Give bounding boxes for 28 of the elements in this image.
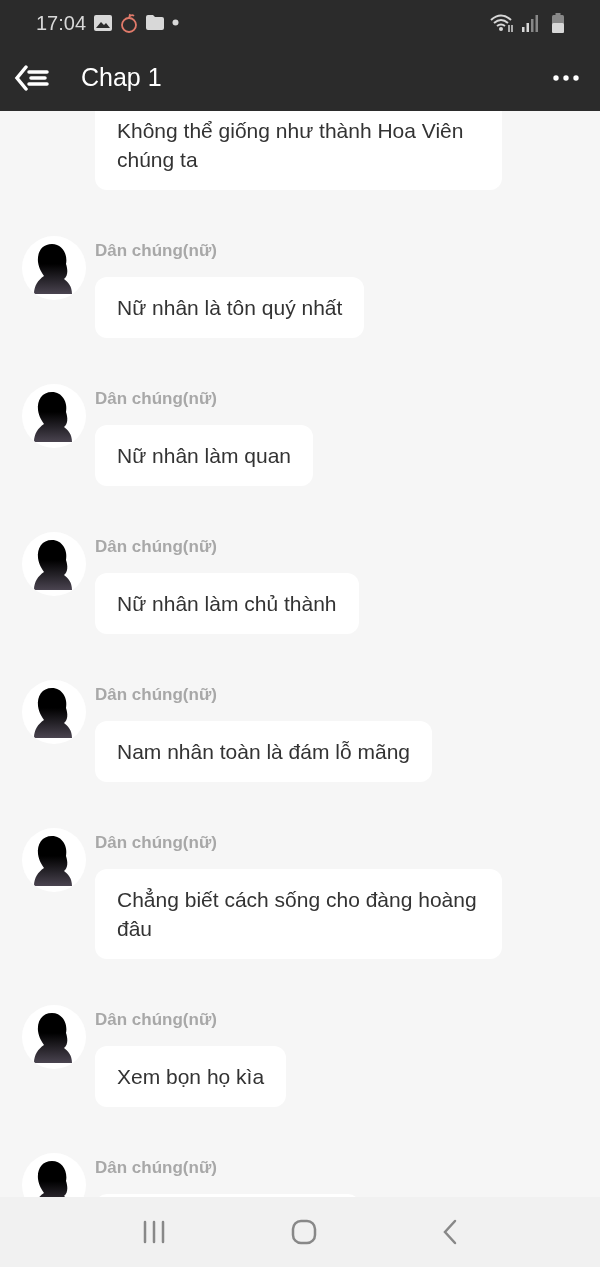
back-icon <box>441 1219 458 1245</box>
message-bubble: Nam nhân toàn là đám lỗ mãng <box>95 721 432 782</box>
signal-icon <box>522 13 538 32</box>
message-bubble: Nữ nhân là tôn quý nhất <box>95 277 365 338</box>
message-bubble: Không thể giống như thành Hoa Viên chúng ta <box>95 111 502 190</box>
sender-name: Dân chúng(nữ) <box>95 389 217 409</box>
header-title: Chap 1 <box>81 62 162 94</box>
message-bubble: Xem bọn họ kìa <box>95 1046 287 1107</box>
image-icon <box>94 14 113 31</box>
sender-name: Dân chúng(nữ) <box>95 1158 217 1178</box>
recent-apps-icon <box>142 1220 167 1244</box>
wifi-icon <box>490 12 514 33</box>
sender-name: Dân chúng(nữ) <box>95 241 217 261</box>
battery-icon <box>552 12 564 33</box>
message-bubble: Nữ nhân làm quan <box>95 425 313 486</box>
sender-name: Dân chúng(nữ) <box>95 537 217 557</box>
message-bubble: Nữ nhân làm chủ thành <box>95 573 359 634</box>
clock: 17:04 <box>36 10 87 36</box>
sender-name: Dân chúng(nữ) <box>95 685 217 705</box>
dot-icon <box>172 19 180 26</box>
more-icon <box>553 75 579 81</box>
apple-icon <box>120 12 139 33</box>
folder-icon <box>146 15 165 30</box>
sender-name: Dân chúng(nữ) <box>95 1010 217 1030</box>
message-bubble: Chẳng biết cách sống cho đàng hoàng đâu <box>95 869 502 959</box>
sender-name: Dân chúng(nữ) <box>95 833 217 853</box>
back-list-icon <box>14 65 52 91</box>
home-icon <box>291 1219 317 1245</box>
